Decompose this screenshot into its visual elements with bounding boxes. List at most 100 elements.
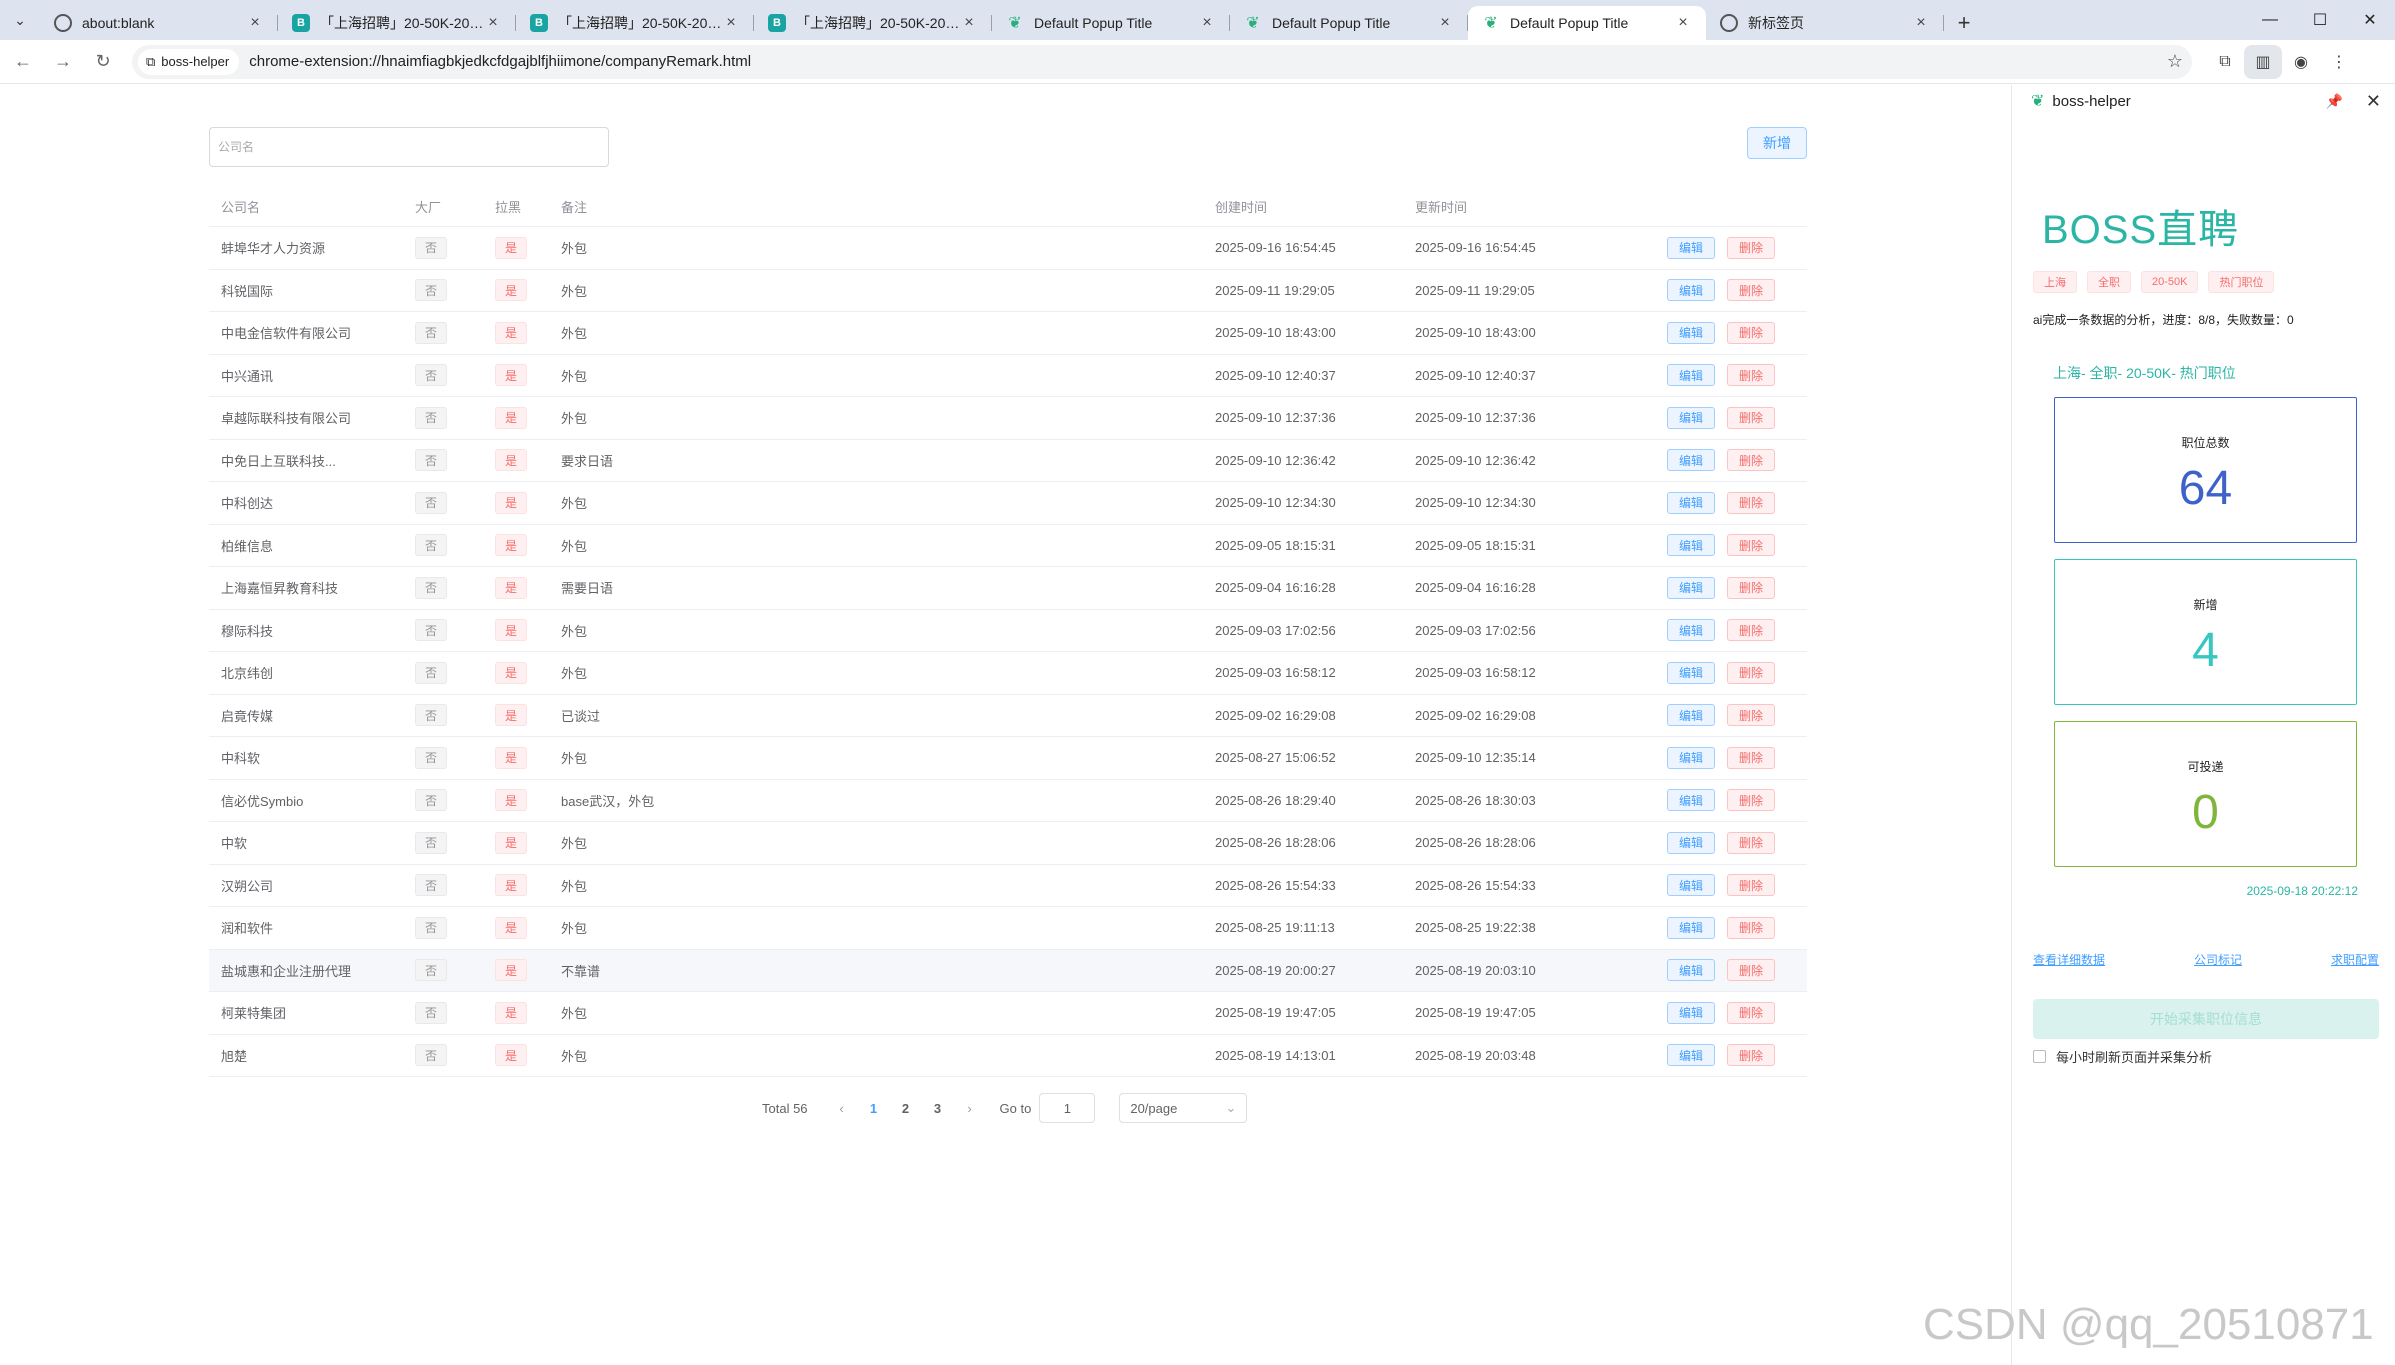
blacklist-cell: 是 — [483, 874, 549, 897]
minimize-icon[interactable]: — — [2245, 0, 2295, 40]
bookmark-star-icon[interactable]: ☆ — [2158, 51, 2192, 72]
browser-tab[interactable]: ❦ Default Popup Title × — [1230, 6, 1468, 40]
close-icon[interactable]: ✕ — [2366, 91, 2381, 112]
side-panel-icon[interactable]: ▥ — [2244, 44, 2282, 79]
created-time: 2025-09-11 19:29:05 — [1215, 282, 1335, 298]
edit-button[interactable]: 编辑 — [1667, 406, 1715, 429]
delete-button[interactable]: 删除 — [1727, 1044, 1775, 1067]
edit-button[interactable]: 编辑 — [1667, 746, 1715, 769]
browser-tab[interactable]: about:blank × — [40, 6, 278, 40]
menu-icon[interactable]: ⋮ — [2320, 45, 2358, 79]
big-company-cell: 否 — [403, 236, 483, 259]
delete-button[interactable]: 删除 — [1727, 619, 1775, 642]
page-size-select[interactable]: 20/page ⌄ — [1119, 1093, 1248, 1123]
delete-button[interactable]: 删除 — [1727, 789, 1775, 812]
delete-button[interactable]: 删除 — [1727, 746, 1775, 769]
created-time: 2025-08-26 18:28:06 — [1215, 835, 1336, 851]
extensions-icon[interactable]: ⧉ — [2206, 45, 2244, 79]
delete-button[interactable]: 删除 — [1727, 576, 1775, 599]
browser-tab[interactable]: B 「上海招聘」20-50K-2025年...× — [278, 6, 516, 40]
tab-close-icon[interactable]: × — [722, 14, 740, 32]
edit-button[interactable]: 编辑 — [1667, 321, 1715, 344]
maximize-icon[interactable]: ☐ — [2295, 0, 2345, 40]
back-icon[interactable]: ← — [6, 45, 40, 79]
delete-button[interactable]: 删除 — [1727, 364, 1775, 387]
edit-button[interactable]: 编辑 — [1667, 916, 1715, 939]
tab-close-icon[interactable]: × — [1912, 14, 1930, 32]
edit-button[interactable]: 编辑 — [1667, 831, 1715, 854]
edit-button[interactable]: 编辑 — [1667, 1044, 1715, 1067]
job-config-link[interactable]: 求职配置 — [2331, 951, 2379, 968]
delete-button[interactable]: 删除 — [1727, 831, 1775, 854]
globe-icon — [1720, 14, 1738, 32]
tab-close-icon[interactable]: × — [1674, 14, 1692, 32]
edit-button[interactable]: 编辑 — [1667, 874, 1715, 897]
profile-icon[interactable]: ◉ — [2282, 45, 2320, 79]
delete-button[interactable]: 删除 — [1727, 236, 1775, 259]
new-tab-button[interactable]: + — [1944, 6, 1984, 40]
url-text[interactable]: chrome-extension://hnaimfiagbkjedkcfdgaj… — [249, 53, 2158, 70]
delete-button[interactable]: 删除 — [1727, 916, 1775, 939]
delete-button[interactable]: 删除 — [1727, 406, 1775, 429]
close-window-icon[interactable]: ✕ — [2345, 0, 2395, 40]
tab-close-icon[interactable]: × — [1198, 14, 1216, 32]
delete-button[interactable]: 删除 — [1727, 491, 1775, 514]
forward-icon[interactable]: → — [46, 45, 80, 79]
start-collect-button[interactable]: 开始采集职位信息 — [2033, 999, 2379, 1039]
row-actions: 编辑 删除 — [1667, 704, 1807, 727]
tab-close-icon[interactable]: × — [484, 14, 502, 32]
edit-button[interactable]: 编辑 — [1667, 661, 1715, 684]
prev-page-icon[interactable]: ‹ — [826, 1101, 858, 1116]
auto-refresh-option[interactable]: 每小时刷新页面并采集分析 — [2033, 1047, 2212, 1066]
edit-button[interactable]: 编辑 — [1667, 1001, 1715, 1024]
edit-button[interactable]: 编辑 — [1667, 491, 1715, 514]
delete-button[interactable]: 删除 — [1727, 534, 1775, 557]
page-number[interactable]: 1 — [858, 1101, 890, 1116]
big-company-cell: 否 — [403, 1001, 483, 1024]
next-page-icon[interactable]: › — [954, 1101, 986, 1116]
note-text: 需要日语 — [561, 581, 614, 597]
edit-button[interactable]: 编辑 — [1667, 576, 1715, 599]
reload-icon[interactable]: ↻ — [86, 45, 120, 79]
delete-button[interactable]: 删除 — [1727, 449, 1775, 472]
tab-search-icon[interactable]: ⌄ — [0, 0, 40, 40]
created-time: 2025-09-10 18:43:00 — [1215, 325, 1336, 341]
edit-button[interactable]: 编辑 — [1667, 449, 1715, 472]
pin-icon[interactable]: 📌 — [2326, 93, 2343, 110]
delete-button[interactable]: 删除 — [1727, 321, 1775, 344]
view-details-link[interactable]: 查看详细数据 — [2033, 951, 2105, 968]
delete-button[interactable]: 删除 — [1727, 704, 1775, 727]
address-bar[interactable]: ⧉ boss-helper chrome-extension://hnaimfi… — [132, 44, 2192, 79]
tab-close-icon[interactable]: × — [1436, 14, 1454, 32]
auto-refresh-checkbox[interactable] — [2033, 1050, 2046, 1063]
browser-tab[interactable]: ❦ Default Popup Title × — [1468, 6, 1706, 40]
table-row: 北京纬创 否 是 外包 2025-09-03 16:58:12 2025-09-03 16… — [209, 652, 1807, 695]
browser-tab[interactable]: 新标签页 × — [1706, 6, 1944, 40]
company-mark-link[interactable]: 公司标记 — [2194, 951, 2242, 968]
site-chip[interactable]: ⧉ boss-helper — [138, 48, 240, 75]
tab-close-icon[interactable]: × — [246, 14, 264, 32]
browser-tab[interactable]: ❦ Default Popup Title × — [992, 6, 1230, 40]
big-company-tag: 否 — [415, 1001, 448, 1024]
tab-close-icon[interactable]: × — [960, 14, 978, 32]
edit-button[interactable]: 编辑 — [1667, 236, 1715, 259]
delete-button[interactable]: 删除 — [1727, 661, 1775, 684]
browser-tab[interactable]: B 「上海招聘」20-50K-2025年...× — [516, 6, 754, 40]
edit-button[interactable]: 编辑 — [1667, 704, 1715, 727]
delete-button[interactable]: 删除 — [1727, 279, 1775, 302]
delete-button[interactable]: 删除 — [1727, 874, 1775, 897]
edit-button[interactable]: 编辑 — [1667, 364, 1715, 387]
delete-button[interactable]: 删除 — [1727, 959, 1775, 982]
page-number[interactable]: 3 — [922, 1101, 954, 1116]
edit-button[interactable]: 编辑 — [1667, 619, 1715, 642]
browser-tab[interactable]: B 「上海招聘」20-50K-2025年...× — [754, 6, 992, 40]
edit-button[interactable]: 编辑 — [1667, 789, 1715, 812]
add-button[interactable]: 新增 — [1747, 127, 1807, 159]
edit-button[interactable]: 编辑 — [1667, 534, 1715, 557]
page-number[interactable]: 2 — [890, 1101, 922, 1116]
delete-button[interactable]: 删除 — [1727, 1001, 1775, 1024]
goto-page-input[interactable] — [1039, 1093, 1096, 1123]
edit-button[interactable]: 编辑 — [1667, 959, 1715, 982]
company-search-input[interactable] — [209, 127, 609, 167]
edit-button[interactable]: 编辑 — [1667, 279, 1715, 302]
